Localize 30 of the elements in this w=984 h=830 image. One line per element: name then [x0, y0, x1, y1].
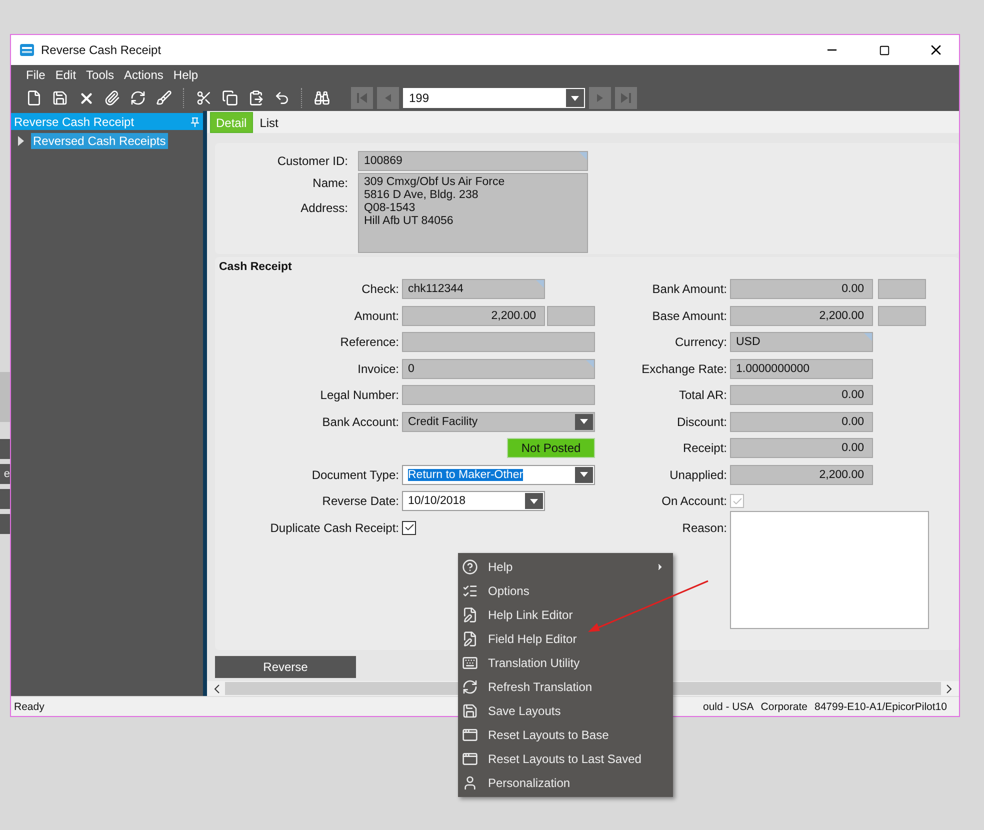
field-label: Document Type: [312, 468, 399, 482]
field-label: Currency: [674, 335, 727, 350]
field-label: Unapplied: [670, 468, 727, 482]
field-label: Invoice: [358, 362, 399, 376]
field-label: Reverse Date: [322, 494, 399, 508]
field-label: Amount: [354, 308, 399, 323]
field-label: Legal Number: [320, 388, 399, 402]
field-label: Discount: [676, 414, 727, 429]
field-label: Address: [300, 201, 348, 215]
field-label: Check: [362, 282, 399, 296]
section-title: Cash Receipt [219, 261, 293, 273]
status-text: ould - USA [703, 700, 754, 712]
status-text: 84799-E10-A1/EpicorPilot10 [814, 700, 947, 712]
field-label: Exchange Rate: [642, 362, 727, 376]
status-text: Corporate [760, 700, 808, 712]
field-label: Base Amount: [652, 308, 727, 323]
status-label: Not Posted [507, 438, 595, 458]
field-label: On Account: [662, 494, 727, 508]
panel-title: Reverse Cash Receipt [14, 114, 134, 128]
field-label: Total AR: [678, 388, 727, 402]
status-text: Ready [14, 700, 44, 712]
window-title: Reverse Cash Receipt [41, 43, 162, 57]
field-label: Bank Account: [322, 414, 399, 429]
field-label: Reference: [340, 335, 399, 350]
field-label: Duplicate Cash Receipt: [270, 520, 399, 535]
field-label: Receipt: [682, 441, 727, 456]
field-label: Bank Amount: [652, 282, 727, 296]
field-label: Reason: [682, 520, 727, 535]
field-label: Name: [312, 176, 348, 190]
field-label: Customer ID: [276, 154, 348, 168]
